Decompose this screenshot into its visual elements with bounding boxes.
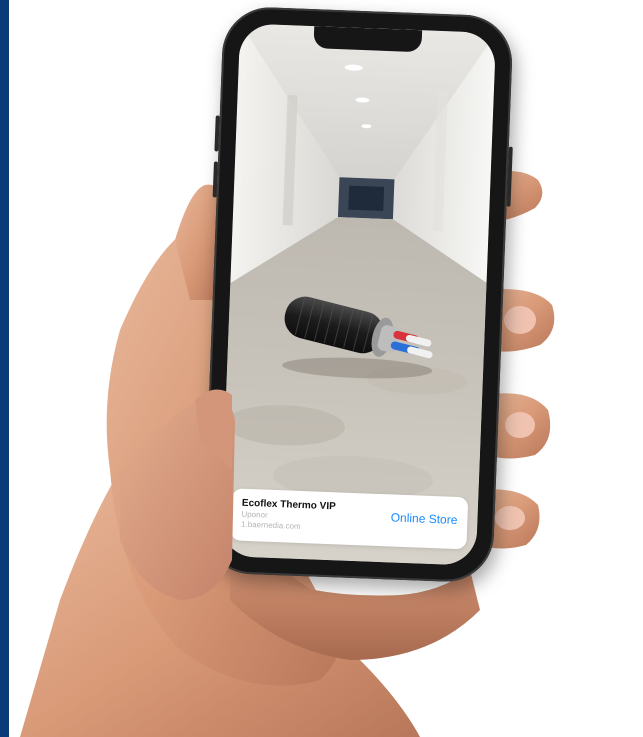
ar-product-banner[interactable]: Ecoflex Thermo VIP Uponor 1.baernedia.co… xyxy=(230,488,469,550)
volume-button-2 xyxy=(212,161,219,198)
phone-notch xyxy=(313,26,423,53)
product-subtitle: Uponor xyxy=(241,509,268,520)
phone-screen: Ecoflex Thermo VIP Uponor 1.baernedia.co… xyxy=(219,23,497,566)
product-photo: Ecoflex Thermo VIP Uponor 1.baernedia.co… xyxy=(0,0,643,737)
volume-button xyxy=(214,115,220,152)
online-store-button[interactable]: Online Store xyxy=(390,510,457,527)
smartphone: Ecoflex Thermo VIP Uponor 1.baernedia.co… xyxy=(202,5,514,584)
ar-camera-view xyxy=(219,23,497,566)
product-domain: 1.baernedia.com xyxy=(240,519,301,531)
